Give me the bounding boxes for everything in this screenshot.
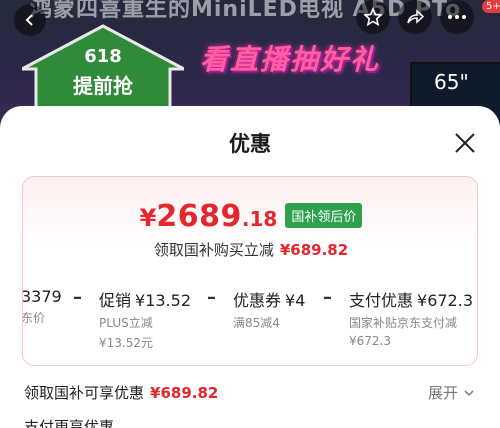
subsidy-summary: 领取国补购买立减 ¥689.82 <box>23 239 477 260</box>
breakdown-sub: 东价 <box>23 311 46 325</box>
breakdown-value: ¥4 <box>285 291 306 310</box>
subsidy-price-tag: 国补领后价 <box>285 203 363 228</box>
expand-button[interactable]: 展开 <box>428 382 476 403</box>
price-card: ¥ 2689 .18 国补领后价 领取国补购买立减 ¥689.82 3379 东价… <box>22 176 478 366</box>
favorite-button[interactable] <box>356 0 390 34</box>
price-integer: 2689 <box>156 199 242 234</box>
promo-early-label: 提前抢 <box>73 74 133 98</box>
expand-label: 展开 <box>428 384 459 402</box>
promo-618-label: 618 <box>84 46 122 67</box>
discount-sheet: 优惠 ¥ 2689 .18 国补领后价 领取国补购买立减 ¥689.82 3379… <box>0 106 500 428</box>
close-button[interactable] <box>450 128 480 158</box>
close-icon <box>455 133 475 153</box>
sheet-title: 优惠 <box>229 132 271 156</box>
minus-operator: – <box>73 287 82 308</box>
minus-operator: – <box>323 287 332 308</box>
chevron-down-icon <box>464 389 474 396</box>
breakdown-sub: 国家补贴京东支付减 <box>349 316 458 330</box>
breakdown-item-coupon: 优惠券 ¥4 满85减4 <box>233 287 305 331</box>
breakdown-value: ¥672.3 <box>417 291 473 310</box>
final-price: ¥ 2689 .18 国补领后价 <box>23 199 477 239</box>
subsidy-summary-label: 领取国补购买立减 <box>153 241 274 259</box>
breakdown-item-promotion: 促销 ¥13.52 PLUS立减 ¥13.52元 <box>99 287 191 351</box>
price-decimal: .18 <box>241 207 278 231</box>
gov-subsidy-label: 领取国补可享优惠 <box>24 384 145 402</box>
gov-subsidy-amount: ¥689.82 <box>150 384 219 402</box>
subsidy-summary-amount: ¥689.82 <box>279 241 349 259</box>
live-banner-text: 看直播抽好礼 <box>200 43 381 76</box>
minus-operator: – <box>207 287 216 308</box>
breakdown-head: 促销 <box>99 291 132 310</box>
price-breakdown[interactable]: 3379 东价 – 促销 ¥13.52 PLUS立减 ¥13.52元 – 优惠券 ¥… <box>23 287 477 357</box>
more-button[interactable] <box>440 0 474 34</box>
share-icon <box>407 9 425 24</box>
breakdown-head: 优惠券 <box>233 291 282 310</box>
message-count-badge: 5+ <box>482 0 500 13</box>
breakdown-item-payment: 支付优惠 ¥672.3 国家补贴京东支付减 ¥672.3 <box>349 287 473 348</box>
more-dots-icon <box>448 15 466 19</box>
breakdown-head: 支付优惠 <box>349 291 414 310</box>
star-icon <box>363 7 383 27</box>
promo-house-graphic <box>22 24 184 114</box>
breakdown-item-original: 3379 东价 <box>23 287 62 326</box>
breakdown-value: ¥13.52 <box>135 291 191 310</box>
currency-symbol: ¥ <box>139 204 157 232</box>
breakdown-head: 3379 <box>23 287 62 306</box>
screen-size-label: 65" <box>434 70 469 94</box>
gov-subsidy-row: 领取国补可享优惠 ¥689.82 <box>24 382 218 403</box>
breakdown-sub-2: ¥13.52元 <box>99 336 153 350</box>
payment-offers-heading: 支付更享优惠 <box>24 418 115 428</box>
breakdown-sub: PLUS立减 <box>99 316 153 330</box>
breakdown-sub: 满85减4 <box>233 316 280 330</box>
product-title: 鸿蒙四喜重生的MiniLED电视 A5D PTo <box>30 0 462 22</box>
breakdown-sub-2: ¥672.3 <box>349 334 391 348</box>
share-button[interactable] <box>398 0 432 34</box>
